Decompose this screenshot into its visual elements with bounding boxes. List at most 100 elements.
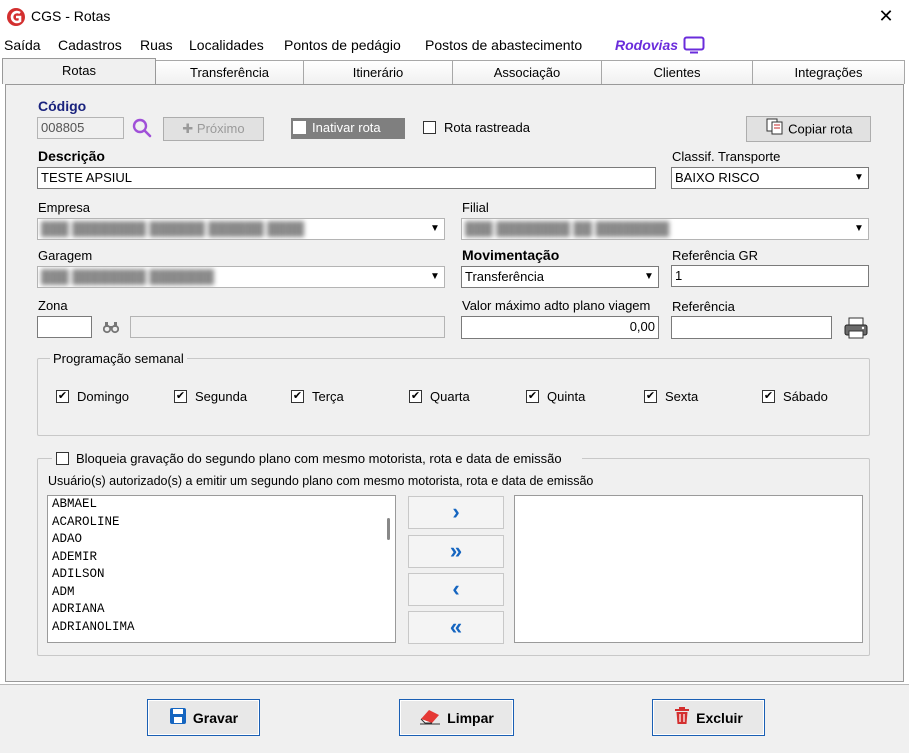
empresa-label: Empresa: [38, 200, 91, 215]
tab-rotas[interactable]: Rotas: [2, 58, 156, 84]
tab-clientes[interactable]: Clientes: [601, 60, 753, 84]
double-chevron-right-icon: »: [449, 538, 463, 563]
empresa-value-redacted: ███ ████████ ██████ ██████ ████: [41, 221, 305, 236]
scrollbar-thumb[interactable]: [387, 518, 390, 540]
valor-maximo-label: Valor máximo adto plano viagem: [462, 298, 651, 313]
classif-transporte-select[interactable]: BAIXO RISCO ▼: [671, 167, 869, 189]
search-icon[interactable]: [131, 117, 153, 142]
quinta-checkbox[interactable]: ✔: [526, 390, 539, 403]
referencia-input[interactable]: [671, 316, 832, 339]
tab-itinerario[interactable]: Itinerário: [303, 60, 453, 84]
double-chevron-left-icon: «: [449, 614, 463, 639]
limpar-button[interactable]: Limpar: [399, 699, 514, 736]
menu-ruas[interactable]: Ruas: [140, 37, 173, 53]
programacao-semanal-title: Programação semanal: [50, 351, 187, 366]
tab-transferencia[interactable]: Transferência: [155, 60, 304, 84]
sabado-label: Sábado: [783, 389, 828, 404]
copy-document-icon: [765, 117, 785, 143]
descricao-label: Descrição: [38, 148, 105, 164]
inativar-rota-checkbox[interactable]: Inativar rota: [291, 118, 405, 139]
bloqueio-checkbox[interactable]: [56, 452, 69, 465]
bloqueio-label: Bloqueia gravação do segundo plano com m…: [76, 451, 562, 466]
valor-maximo-input[interactable]: 0,00: [461, 316, 659, 339]
list-item[interactable]: ABMAEL: [48, 496, 395, 514]
tab-integracoes[interactable]: Integrações: [752, 60, 905, 84]
users-selected-list[interactable]: [514, 495, 863, 643]
tab-associacao[interactable]: Associação: [452, 60, 602, 84]
menu-rodovias[interactable]: Rodovias: [615, 37, 678, 53]
ref-gr-input[interactable]: 1: [671, 265, 869, 287]
binoculars-icon[interactable]: [102, 320, 120, 337]
chevron-right-icon: ›: [452, 499, 460, 524]
empresa-select[interactable]: ███ ████████ ██████ ██████ ████ ▼: [37, 218, 445, 240]
menu-bar: Saída Cadastros Ruas Localidades Pontos …: [0, 34, 909, 57]
list-scrollbar[interactable]: [383, 496, 395, 642]
printer-icon[interactable]: [843, 316, 869, 343]
menu-localidades[interactable]: Localidades: [189, 37, 264, 53]
terca-checkbox[interactable]: ✔: [291, 390, 304, 403]
chevron-down-icon[interactable]: ▼: [850, 219, 868, 239]
domingo-label: Domingo: [77, 389, 130, 404]
ref-gr-label: Referência GR: [672, 248, 758, 263]
garagem-label: Garagem: [38, 248, 93, 263]
movimentacao-select[interactable]: Transferência ▼: [461, 266, 659, 288]
chevron-down-icon[interactable]: ▼: [426, 267, 444, 287]
chevron-down-icon[interactable]: ▼: [850, 168, 868, 188]
domingo-checkbox[interactable]: ✔: [56, 390, 69, 403]
chevron-down-icon[interactable]: ▼: [640, 267, 658, 287]
quarta-checkbox[interactable]: ✔: [409, 390, 422, 403]
list-item[interactable]: ACAROLINE: [48, 514, 395, 532]
move-all-right-button[interactable]: »: [408, 535, 504, 568]
chevron-down-icon[interactable]: ▼: [426, 219, 444, 239]
eraser-icon: [419, 707, 441, 728]
filial-select[interactable]: ███ ████████ ██ ████████ ▼: [461, 218, 869, 240]
gravar-button[interactable]: Gravar: [147, 699, 260, 736]
rota-rastreada-checkbox[interactable]: [423, 121, 436, 134]
trash-icon: [674, 707, 690, 728]
sabado-checkbox[interactable]: ✔: [762, 390, 775, 403]
plus-icon: ✚: [182, 121, 197, 136]
list-item[interactable]: ADM: [48, 584, 395, 602]
proximo-button[interactable]: ✚ Próximo: [163, 117, 264, 141]
bloqueio-header: Bloqueia gravação do segundo plano com m…: [52, 450, 582, 468]
filial-label: Filial: [462, 200, 489, 215]
list-item[interactable]: ADRIANOLIMA: [48, 619, 395, 637]
move-left-button[interactable]: ‹: [408, 573, 504, 606]
title-bar: CGS - Rotas ✕: [0, 0, 909, 34]
referencia-label: Referência: [672, 299, 735, 314]
copiar-rota-button[interactable]: Copiar rota: [746, 116, 871, 142]
quarta-label: Quarta: [430, 389, 470, 404]
window-title: CGS - Rotas: [31, 8, 111, 24]
usuarios-autorizados-label: Usuário(s) autorizado(s) a emitir um seg…: [48, 474, 594, 488]
excluir-button[interactable]: Excluir: [652, 699, 765, 736]
codigo-input[interactable]: 008805: [37, 117, 124, 139]
menu-pontos-pedagio[interactable]: Pontos de pedágio: [284, 37, 401, 53]
move-right-button[interactable]: ›: [408, 496, 504, 529]
menu-postos-abastecimento[interactable]: Postos de abastecimento: [425, 37, 582, 53]
zona-input[interactable]: [37, 316, 92, 338]
zona-descricao-input[interactable]: [130, 316, 445, 338]
terca-label: Terça: [312, 389, 344, 404]
tv-icon[interactable]: [683, 36, 705, 57]
menu-cadastros[interactable]: Cadastros: [58, 37, 122, 53]
tab-strip: Rotas Transferência Itinerário Associaçã…: [0, 58, 909, 84]
descricao-input[interactable]: TESTE APSIUL: [37, 167, 656, 189]
menu-saida[interactable]: Saída: [4, 37, 41, 53]
segunda-checkbox[interactable]: ✔: [174, 390, 187, 403]
rota-rastreada-label: Rota rastreada: [444, 120, 530, 135]
sexta-checkbox[interactable]: ✔: [644, 390, 657, 403]
list-item[interactable]: ADAO: [48, 531, 395, 549]
garagem-select[interactable]: ███ ████████ ███████ ▼: [37, 266, 445, 288]
segunda-label: Segunda: [195, 389, 248, 404]
app-logo-icon: [6, 7, 26, 27]
list-item[interactable]: ADEMIR: [48, 549, 395, 567]
users-available-list[interactable]: ABMAEL ACAROLINE ADAO ADEMIR ADILSON ADM…: [47, 495, 396, 643]
classif-label: Classif. Transporte: [672, 149, 781, 164]
quinta-label: Quinta: [547, 389, 586, 404]
save-disk-icon: [169, 707, 187, 728]
move-all-left-button[interactable]: «: [408, 611, 504, 644]
filial-value-redacted: ███ ████████ ██ ████████: [465, 221, 670, 236]
list-item[interactable]: ADILSON: [48, 566, 395, 584]
close-icon[interactable]: ✕: [873, 4, 899, 28]
list-item[interactable]: ADRIANA: [48, 601, 395, 619]
